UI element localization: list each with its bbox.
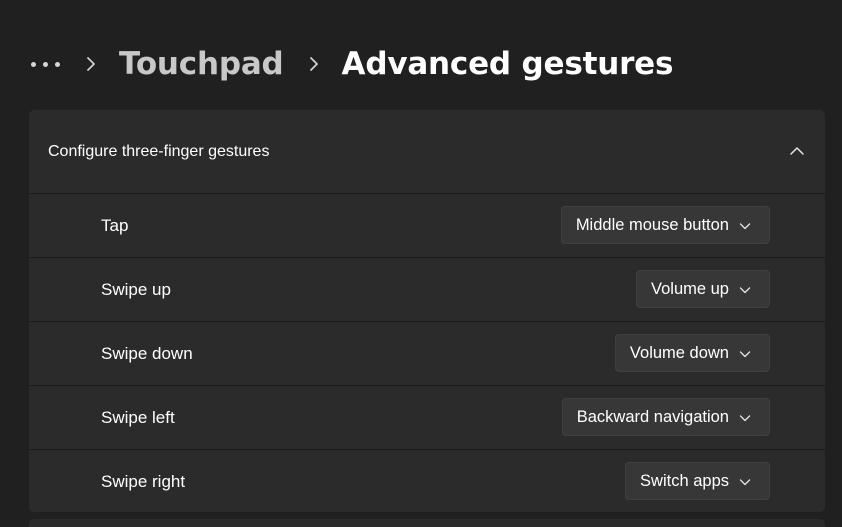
chevron-down-icon	[739, 287, 751, 294]
swipe-left-action-dropdown[interactable]: Backward navigation	[561, 398, 770, 436]
dropdown-value: Volume down	[629, 343, 729, 362]
tap-action-dropdown[interactable]: Middle mouse button	[560, 206, 770, 244]
chevron-down-icon	[739, 415, 751, 422]
gesture-label: Tap	[101, 215, 129, 235]
more-dots-icon[interactable]	[31, 54, 61, 74]
next-settings-card[interactable]	[29, 519, 825, 527]
dropdown-value: Volume up	[651, 279, 729, 298]
gesture-row-tap: Tap Middle mouse button	[29, 194, 825, 258]
gesture-label: Swipe up	[101, 279, 171, 299]
dropdown-value: Middle mouse button	[575, 215, 729, 234]
three-finger-gestures-header[interactable]: Configure three-finger gestures	[29, 110, 825, 194]
gesture-row-swipe-down: Swipe down Volume down	[29, 322, 825, 386]
gesture-row-swipe-up: Swipe up Volume up	[29, 258, 825, 322]
chevron-up-icon[interactable]	[789, 143, 805, 159]
gesture-row-swipe-left: Swipe left Backward navigation	[29, 386, 825, 450]
chevron-right-icon	[85, 56, 97, 72]
gesture-label: Swipe down	[101, 343, 193, 363]
gesture-label: Swipe left	[101, 407, 175, 427]
breadcrumb: Touchpad Advanced gestures	[31, 42, 673, 86]
gesture-row-swipe-right: Swipe right Switch apps	[29, 450, 825, 512]
chevron-down-icon	[739, 223, 751, 230]
three-finger-gestures-card: Configure three-finger gestures Tap Midd…	[29, 110, 825, 512]
chevron-right-icon	[308, 56, 320, 72]
swipe-down-action-dropdown[interactable]: Volume down	[614, 334, 770, 372]
swipe-up-action-dropdown[interactable]: Volume up	[636, 270, 770, 308]
gesture-label: Swipe right	[101, 471, 186, 491]
dropdown-value: Backward navigation	[576, 407, 729, 426]
page-title: Advanced gestures	[341, 46, 674, 82]
section-title: Configure three-finger gestures	[48, 142, 270, 160]
breadcrumb-parent-touchpad[interactable]: Touchpad	[119, 42, 284, 86]
chevron-down-icon	[739, 479, 751, 486]
swipe-right-action-dropdown[interactable]: Switch apps	[625, 462, 770, 500]
chevron-down-icon	[739, 351, 751, 358]
settings-page: Touchpad Advanced gestures Configure thr…	[0, 0, 842, 527]
dropdown-value: Switch apps	[640, 471, 729, 490]
